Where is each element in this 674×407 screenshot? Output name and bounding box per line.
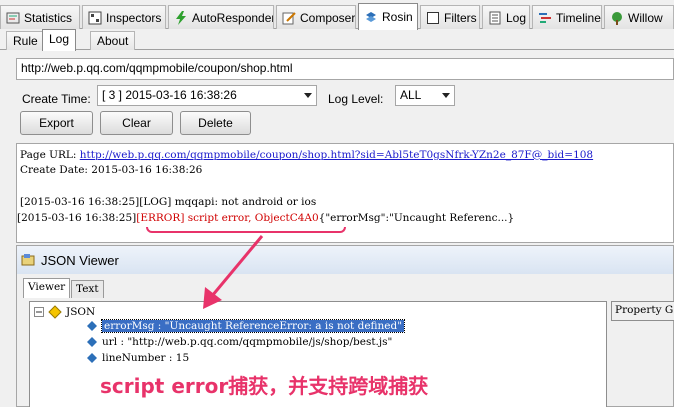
- error-text: [ERROR] script error, ObjectC4A0: [136, 212, 319, 224]
- tab-label: Filters: [444, 10, 477, 25]
- tab-label: Timeline: [556, 10, 601, 25]
- create-date-line: Create Date: 2015-03-16 16:38:26: [20, 164, 203, 176]
- delete-button[interactable]: Delete: [180, 111, 251, 135]
- log-line: [2015-03-16 16:38:25][LOG] mqqapi: not a…: [20, 196, 317, 208]
- value-node-icon: [87, 337, 97, 347]
- page-url-label: Page URL:: [20, 149, 77, 161]
- tab-rosin[interactable]: Rosin: [358, 3, 418, 30]
- tab-label: Statistics: [24, 10, 73, 25]
- tab-inspectors[interactable]: Inspectors: [82, 5, 166, 29]
- timeline-icon: [539, 12, 551, 23]
- chevron-down-icon: [304, 93, 312, 98]
- create-time-select[interactable]: [ 3 ] 2015-03-16 16:38:26: [97, 85, 317, 106]
- willow-icon: [612, 11, 622, 25]
- tab-timeline[interactable]: Timeline: [532, 5, 602, 29]
- tab-label: Willow: [628, 10, 663, 25]
- tree-root-label: JSON: [66, 306, 96, 318]
- value-node-icon: [87, 321, 97, 331]
- tab-viewer[interactable]: Viewer: [23, 278, 71, 298]
- page-url-line: Page URL: http://web.p.qq.com/qqmpmobile…: [20, 149, 593, 161]
- statistics-icon: [6, 12, 20, 23]
- url-field[interactable]: http://web.p.qq.com/qqmpmobile/coupon/sh…: [16, 58, 674, 80]
- tab-label: Rosin: [382, 10, 413, 24]
- log-rest: {"errorMsg":"Uncaught Referenc...}: [318, 212, 515, 224]
- value-node-icon: [87, 353, 97, 363]
- tree-node-text: errorMsg : "Uncaught ReferenceError: a i…: [100, 319, 406, 333]
- property-grid-header: Property G: [611, 301, 674, 321]
- tab-label: Inspectors: [106, 10, 162, 25]
- tab-autoresponder[interactable]: AutoResponder: [168, 5, 274, 29]
- tab-label: Composer: [300, 10, 356, 25]
- tree-root[interactable]: JSON: [34, 305, 95, 319]
- log-icon: [489, 11, 501, 24]
- log-level-label: Log Level:: [328, 92, 384, 106]
- tab-about[interactable]: About: [90, 31, 136, 50]
- log-timestamp: [2015-03-16 16:38:25]: [17, 212, 137, 224]
- inspectors-icon: [88, 11, 102, 24]
- tab-label: Log: [506, 10, 527, 25]
- tab-label: AutoResponder: [192, 10, 274, 25]
- rosin-icon: [366, 12, 376, 22]
- chevron-down-icon: [442, 93, 450, 98]
- log-level-value: ALL: [400, 88, 422, 102]
- composer-icon: [282, 11, 296, 24]
- annotation-caption: script error捕获，并支持跨域捕获: [100, 374, 429, 398]
- tree-node-url[interactable]: url : "http://web.p.qq.com/qqmpmobile/js…: [86, 336, 392, 348]
- tab-rule[interactable]: Rule: [6, 31, 45, 50]
- tab-log-sub[interactable]: Log: [42, 29, 77, 51]
- error-log-line: [2015-03-16 16:38:25][ERROR] script erro…: [17, 212, 514, 224]
- create-time-value: [ 3 ] 2015-03-16 16:38:26: [102, 88, 237, 102]
- tree-node-text: url : "http://web.p.qq.com/qqmpmobile/js…: [102, 336, 393, 348]
- tab-willow[interactable]: Willow: [604, 5, 674, 29]
- window-icon: [21, 254, 35, 266]
- json-viewer-title: JSON Viewer: [41, 252, 119, 268]
- page-url-link[interactable]: http://web.p.qq.com/qqmpmobile/coupon/sh…: [80, 149, 593, 161]
- sub-tab-strip: Rule Log About: [0, 29, 674, 51]
- export-button[interactable]: Export: [20, 111, 93, 135]
- clear-button[interactable]: Clear: [100, 111, 173, 135]
- top-tab-strip: Statistics Inspectors AutoResponder Comp…: [0, 3, 674, 30]
- tree-node-errormsg[interactable]: errorMsg : "Uncaught ReferenceError: a i…: [86, 319, 406, 333]
- create-time-label: Create Time:: [22, 92, 91, 106]
- checkbox-icon: [427, 11, 439, 24]
- tab-composer[interactable]: Composer: [276, 5, 356, 29]
- tab-log[interactable]: Log: [482, 5, 530, 29]
- tree-node-linenumber[interactable]: lineNumber : 15: [86, 352, 189, 364]
- tree-node-text: lineNumber : 15: [102, 352, 190, 364]
- json-viewer-titlebar: JSON Viewer: [17, 246, 673, 274]
- tab-filters[interactable]: Filters: [420, 5, 480, 29]
- tab-statistics[interactable]: Statistics: [0, 5, 80, 29]
- collapse-icon[interactable]: [34, 307, 44, 317]
- log-level-select[interactable]: ALL: [395, 85, 455, 106]
- error-highlight-underline: [146, 227, 346, 233]
- tab-text[interactable]: Text: [71, 280, 104, 298]
- lightning-icon: [176, 10, 186, 25]
- json-root-icon: [48, 305, 62, 319]
